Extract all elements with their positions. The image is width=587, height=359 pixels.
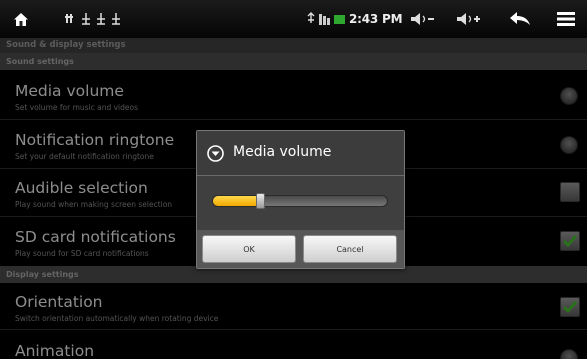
dialog-title: Media volume [233,144,332,160]
signal-icon [319,14,330,25]
menu-icon[interactable] [549,0,583,38]
home-icon[interactable] [4,0,38,38]
dialog-header: Media volume [197,131,404,175]
status-bar: 2:43 PM [0,0,587,38]
status-time: 2:43 PM [349,12,403,26]
battery-icon [334,15,345,24]
volume-slider-thumb[interactable] [256,193,265,209]
volume-up-icon[interactable] [452,0,486,38]
dialog-body [197,176,404,230]
chevron-down-icon [207,145,224,166]
ok-button[interactable]: OK [202,235,296,263]
dialog-button-bar: OK Cancel [197,230,404,268]
usb-connected-icon [307,12,315,23]
usb-icon [65,13,120,25]
system-icons [307,0,347,38]
media-volume-dialog: Media volume OK Cancel [196,130,405,269]
volume-slider-fill [213,196,260,206]
cancel-button[interactable]: Cancel [303,235,397,263]
notification-icons [64,0,144,38]
back-icon[interactable] [503,0,537,38]
volume-down-icon[interactable] [406,0,440,38]
volume-slider[interactable] [212,193,388,209]
